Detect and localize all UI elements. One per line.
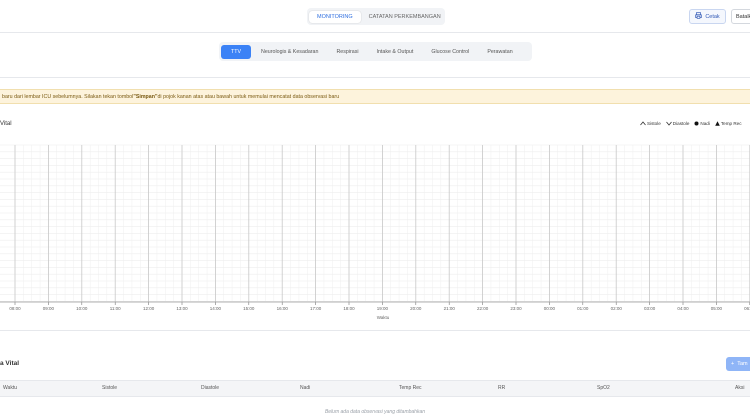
x-tick-label: 12:00	[143, 306, 155, 311]
mode-tab-catatan-perkembangan[interactable]: CATATAN PERKEMBANGAN	[361, 11, 449, 23]
printer-icon	[695, 12, 702, 21]
chart-title: Vital	[0, 121, 12, 127]
x-tick-label: 22:00	[477, 306, 489, 311]
vital-signs-chart: 08:00 09:00 10:00 11:00 12:00 13:00 14:00 15:00…	[0, 144, 750, 320]
x-tick-label: 21:00	[444, 306, 456, 311]
legend-item-nadi[interactable]: Nadi	[694, 121, 710, 126]
chevron-up-icon	[640, 121, 646, 126]
tab-neurologis[interactable]: Neurologis & Kesadaran	[253, 45, 326, 59]
x-tick-label: 00:00	[544, 306, 556, 311]
circle-icon	[694, 121, 699, 126]
tab-ttv[interactable]: TTV	[221, 44, 252, 59]
column-header: Diastole	[201, 385, 220, 391]
column-header: SpO2	[597, 385, 610, 391]
plus-icon: +	[731, 361, 735, 367]
x-tick-label: 11:00	[110, 306, 121, 311]
x-tick-label: 08:00	[9, 306, 21, 311]
x-tick-label: 04:00	[677, 306, 689, 311]
x-tick-label: 20:00	[410, 306, 422, 311]
x-tick-label: 13:00	[176, 306, 188, 311]
mode-toggle: MONITORING CATATAN PERKEMBANGAN	[307, 8, 445, 25]
column-header: Aksi	[735, 385, 745, 391]
x-tick-label: 15:00	[243, 306, 255, 311]
chart-legend: Sistole Diastole Nadi Temp Rec	[640, 121, 742, 126]
column-header: Temp Rec	[399, 385, 422, 391]
x-tick-label: 10:00	[76, 306, 88, 311]
tab-perawatan[interactable]: Perawatan	[479, 45, 520, 59]
print-label: Cetak	[705, 13, 720, 20]
alert-text-after: di pojok kanan atas atau bawah untuk mem…	[157, 93, 340, 100]
x-axis-label: Waktu	[377, 315, 390, 320]
column-header: Waktu	[3, 385, 17, 391]
x-tick-label: 02:00	[611, 306, 623, 311]
x-tick-label: 23:00	[510, 306, 522, 311]
x-tick-label: 16:00	[277, 306, 289, 311]
x-tick-label: 18:00	[343, 306, 355, 311]
column-header: Sistole	[102, 385, 118, 391]
x-tick-label: 01:00	[577, 306, 589, 311]
x-tick-label: 19:00	[377, 306, 389, 311]
table-header: Waktu Sistole Diastole Nadi Temp Rec RR …	[0, 380, 750, 397]
x-tick-label: 05:00	[711, 306, 723, 311]
legend-item-temp-rec[interactable]: Temp Rec	[715, 121, 742, 126]
column-header: RR	[498, 385, 506, 391]
column-header: Nadi	[300, 385, 311, 391]
tab-respirasi[interactable]: Respirasi	[328, 45, 366, 59]
legend-item-diastole[interactable]: Diastole	[665, 121, 689, 126]
monitoring-tabs: TTV Neurologis & Kesadaran Respirasi Int…	[219, 42, 532, 61]
x-tick-label: 06:00	[744, 306, 750, 311]
alert-text-before: baru dari lembar ICU sebelumnya. Silakan…	[2, 93, 134, 100]
chevron-down-icon	[665, 121, 672, 126]
print-button[interactable]: Cetak	[689, 9, 726, 24]
divider	[0, 77, 750, 78]
empty-table-message: Belum ada data observasi yang ditambahka…	[324, 409, 426, 415]
info-alert: baru dari lembar ICU sebelumnya. Silakan…	[0, 89, 750, 104]
mode-tab-monitoring[interactable]: MONITORING	[309, 10, 361, 23]
tab-intake-output[interactable]: Intake & Output	[369, 45, 422, 59]
x-tick-label: 14:00	[210, 306, 222, 311]
top-bar: MONITORING CATATAN PERKEMBANGAN Cetak Ba…	[0, 0, 750, 33]
legend-item-sistole[interactable]: Sistole	[640, 121, 661, 126]
divider	[0, 330, 750, 331]
add-button-label: Tam	[737, 361, 748, 367]
add-button[interactable]: + Tam	[726, 357, 750, 371]
tab-glucose-control[interactable]: Glucose Control	[423, 45, 477, 59]
x-tick-label: 03:00	[644, 306, 656, 311]
back-button[interactable]: Batalk	[731, 9, 750, 24]
table-title: a Vital	[0, 360, 20, 367]
x-tick-label: 09:00	[43, 306, 55, 311]
alert-highlight: "Simpan"	[133, 93, 158, 100]
x-tick-label: 17:00	[310, 306, 322, 311]
triangle-icon	[715, 121, 720, 126]
